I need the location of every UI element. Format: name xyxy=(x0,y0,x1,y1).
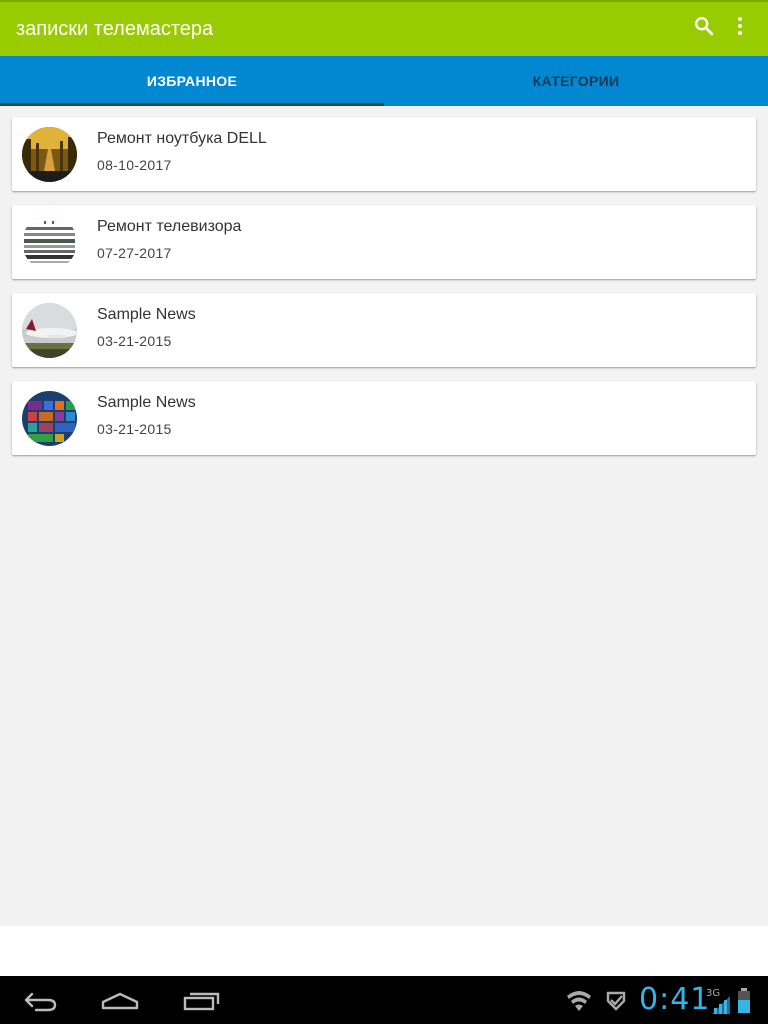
bottom-panel xyxy=(0,926,768,976)
forest-road-thumbnail xyxy=(22,127,77,182)
news-list: Ремонт ноутбука DELL 08-10-2017 Ремонт т… xyxy=(12,117,756,469)
tab-favorites[interactable]: ИЗБРАННОЕ xyxy=(0,56,384,106)
list-item[interactable]: Sample News 03-21-2015 xyxy=(12,381,756,455)
back-icon xyxy=(24,992,57,1012)
app-bar: записки телемастера xyxy=(0,0,768,56)
tab-favorites-label: ИЗБРАННОЕ xyxy=(146,73,238,89)
app-title: записки телемастера xyxy=(16,17,214,40)
app-actions xyxy=(686,12,758,40)
windows-tiles-thumbnail xyxy=(22,391,77,446)
search-button[interactable] xyxy=(686,12,722,40)
wifi-icon xyxy=(567,991,591,1011)
system-nav-bar: 0:41 3G xyxy=(0,976,768,1024)
battery-icon xyxy=(738,988,750,1013)
item-title: Sample News xyxy=(97,394,196,411)
tab-categories-label: КАТЕГОРИИ xyxy=(532,73,620,89)
item-date: 08-10-2017 xyxy=(97,157,172,173)
tab-bar: ИЗБРАННОЕ КАТЕГОРИИ xyxy=(0,56,768,106)
list-item[interactable]: Ремонт ноутбука DELL 08-10-2017 xyxy=(12,117,756,191)
notification-icon xyxy=(606,991,626,1011)
overflow-menu-button[interactable] xyxy=(722,12,758,40)
list-item[interactable]: Sample News 03-21-2015 xyxy=(12,293,756,367)
schematic-thumbnail xyxy=(22,215,77,270)
recents-icon xyxy=(183,992,220,1011)
item-title: Ремонт телевизора xyxy=(97,218,242,235)
tab-categories[interactable]: КАТЕГОРИИ xyxy=(384,56,768,106)
more-vert-icon xyxy=(738,17,742,35)
signal-icon xyxy=(712,996,730,1014)
home-button[interactable] xyxy=(99,984,141,1018)
item-date: 07-27-2017 xyxy=(97,245,172,261)
item-date: 03-21-2015 xyxy=(97,333,172,349)
back-button[interactable] xyxy=(20,984,62,1018)
home-icon xyxy=(101,992,139,1010)
tab-indicator xyxy=(0,103,384,106)
item-date: 03-21-2015 xyxy=(97,421,172,437)
list-item[interactable]: Ремонт телевизора 07-27-2017 xyxy=(12,205,756,279)
airplane-thumbnail xyxy=(22,303,77,358)
status-clock: 0:41 xyxy=(639,982,711,1017)
recents-button[interactable] xyxy=(180,984,222,1018)
item-title: Sample News xyxy=(97,306,196,323)
search-icon xyxy=(695,17,714,36)
item-title: Ремонт ноутбука DELL xyxy=(97,130,267,147)
